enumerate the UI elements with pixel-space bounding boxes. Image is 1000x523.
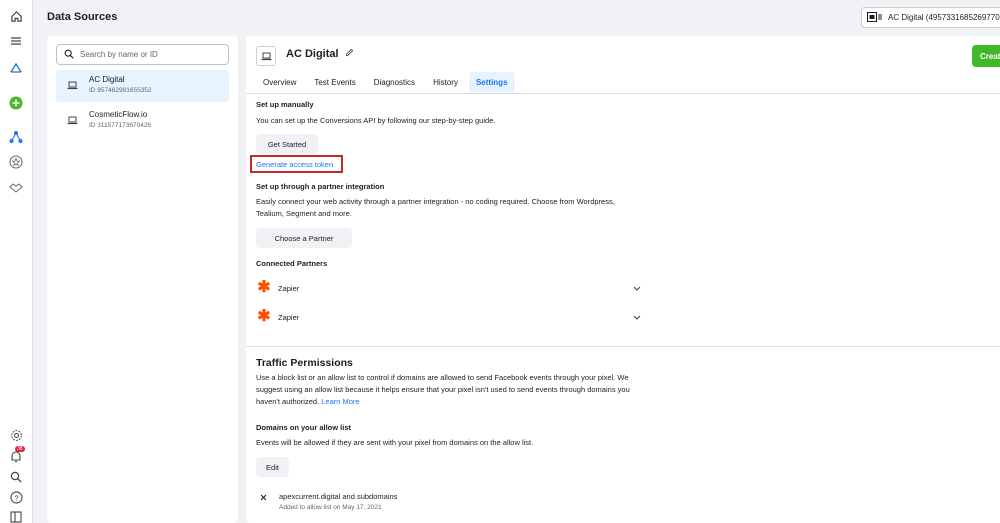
settings-icon[interactable] bbox=[8, 427, 24, 443]
learn-more-link[interactable]: Learn More bbox=[321, 397, 359, 406]
account-selector-label: AC Digital (4957331685269770 bbox=[888, 13, 1000, 22]
data-source-id: ID 311577173670426 bbox=[89, 122, 152, 129]
data-source-name: AC Digital bbox=[89, 75, 125, 84]
business-icon bbox=[867, 11, 883, 24]
laptop-icon bbox=[256, 46, 276, 66]
tab-bar: Overview Test Events Diagnostics History… bbox=[256, 72, 519, 92]
search-icon[interactable] bbox=[8, 469, 24, 485]
tab-test-events[interactable]: Test Events bbox=[307, 72, 362, 92]
allowed-domain: apexcurrent.digital and subdomains bbox=[279, 492, 398, 501]
choose-partner-button[interactable]: Choose a Partner bbox=[256, 228, 352, 248]
page-title: Data Sources bbox=[47, 11, 118, 23]
allow-list-text: Events will be allowed if they are sent … bbox=[256, 438, 534, 447]
laptop-icon bbox=[66, 114, 79, 127]
remove-icon[interactable] bbox=[260, 492, 267, 503]
list-item[interactable]: AC Digital ID 957462981655352 bbox=[56, 70, 229, 102]
connected-partners-heading: Connected Partners bbox=[256, 259, 328, 268]
zapier-logo-icon: ✱ bbox=[257, 308, 271, 325]
handshake-icon[interactable] bbox=[8, 179, 24, 195]
svg-text:?: ? bbox=[14, 493, 18, 502]
add-icon[interactable] bbox=[8, 95, 24, 111]
data-source-detail-panel: AC Digital Create Overview Test Events D… bbox=[246, 36, 1000, 523]
data-source-name: CosmeticFlow.io bbox=[89, 110, 148, 119]
meta-logo-icon[interactable] bbox=[8, 60, 24, 76]
edit-button[interactable]: Edit bbox=[256, 457, 289, 477]
allow-list-heading: Domains on your allow list bbox=[256, 423, 352, 432]
partner-row-zapier[interactable]: ✱ Zapier bbox=[256, 278, 641, 298]
allow-list-item: apexcurrent.digital and subdomains Added… bbox=[260, 492, 397, 511]
panel-icon[interactable] bbox=[8, 509, 24, 523]
search-icon bbox=[64, 49, 74, 61]
partner-name: Zapier bbox=[278, 312, 300, 322]
get-started-button[interactable]: Get Started bbox=[256, 134, 318, 154]
setup-partner-heading: Set up through a partner integration bbox=[256, 182, 385, 191]
chevron-down-icon[interactable] bbox=[633, 283, 641, 293]
search-input[interactable]: Search by name or ID bbox=[56, 44, 229, 65]
traffic-permissions-heading: Traffic Permissions bbox=[256, 357, 353, 369]
notification-count-badge: 38 bbox=[15, 446, 25, 452]
tab-settings[interactable]: Settings bbox=[468, 72, 515, 92]
list-item[interactable]: CosmeticFlow.io ID 311577173670426 bbox=[56, 105, 229, 137]
tab-diagnostics[interactable]: Diagnostics bbox=[367, 72, 422, 92]
zapier-logo-icon: ✱ bbox=[257, 279, 271, 296]
tab-history[interactable]: History bbox=[426, 72, 465, 92]
generate-access-token-link[interactable]: Generate access token bbox=[250, 155, 343, 173]
laptop-icon bbox=[66, 79, 79, 92]
setup-manual-heading: Set up manually bbox=[256, 100, 314, 109]
left-nav-rail: 38 ? bbox=[0, 0, 33, 523]
help-icon[interactable]: ? bbox=[8, 489, 24, 505]
search-placeholder: Search by name or ID bbox=[80, 50, 158, 59]
traffic-permissions-text: Use a block list or an allow list to con… bbox=[256, 373, 630, 406]
create-button[interactable]: Create bbox=[972, 45, 1000, 67]
home-icon[interactable] bbox=[8, 8, 24, 24]
tab-overview[interactable]: Overview bbox=[256, 72, 303, 92]
data-source-id: ID 957462981655352 bbox=[89, 87, 152, 94]
chevron-down-icon[interactable] bbox=[633, 312, 641, 322]
allowed-domain-date: Added to allow list on May 17, 2021 bbox=[279, 504, 382, 511]
data-sources-icon[interactable] bbox=[8, 129, 24, 145]
setup-partner-text: Easily connect your web activity through… bbox=[256, 197, 615, 218]
data-sources-list-panel: Search by name or ID AC Digital ID 95746… bbox=[47, 36, 238, 523]
account-selector[interactable]: AC Digital (4957331685269770 bbox=[861, 7, 1000, 28]
tab-divider bbox=[246, 93, 1000, 94]
partner-name: Zapier bbox=[278, 283, 300, 293]
edit-name-icon[interactable] bbox=[345, 48, 354, 60]
setup-manual-text: You can set up the Conversions API by fo… bbox=[256, 116, 496, 125]
data-source-title: AC Digital bbox=[286, 48, 339, 60]
partner-row-zapier[interactable]: ✱ Zapier bbox=[256, 307, 641, 327]
star-icon[interactable] bbox=[8, 154, 24, 170]
menu-icon[interactable] bbox=[8, 33, 24, 49]
section-divider bbox=[246, 346, 1000, 347]
